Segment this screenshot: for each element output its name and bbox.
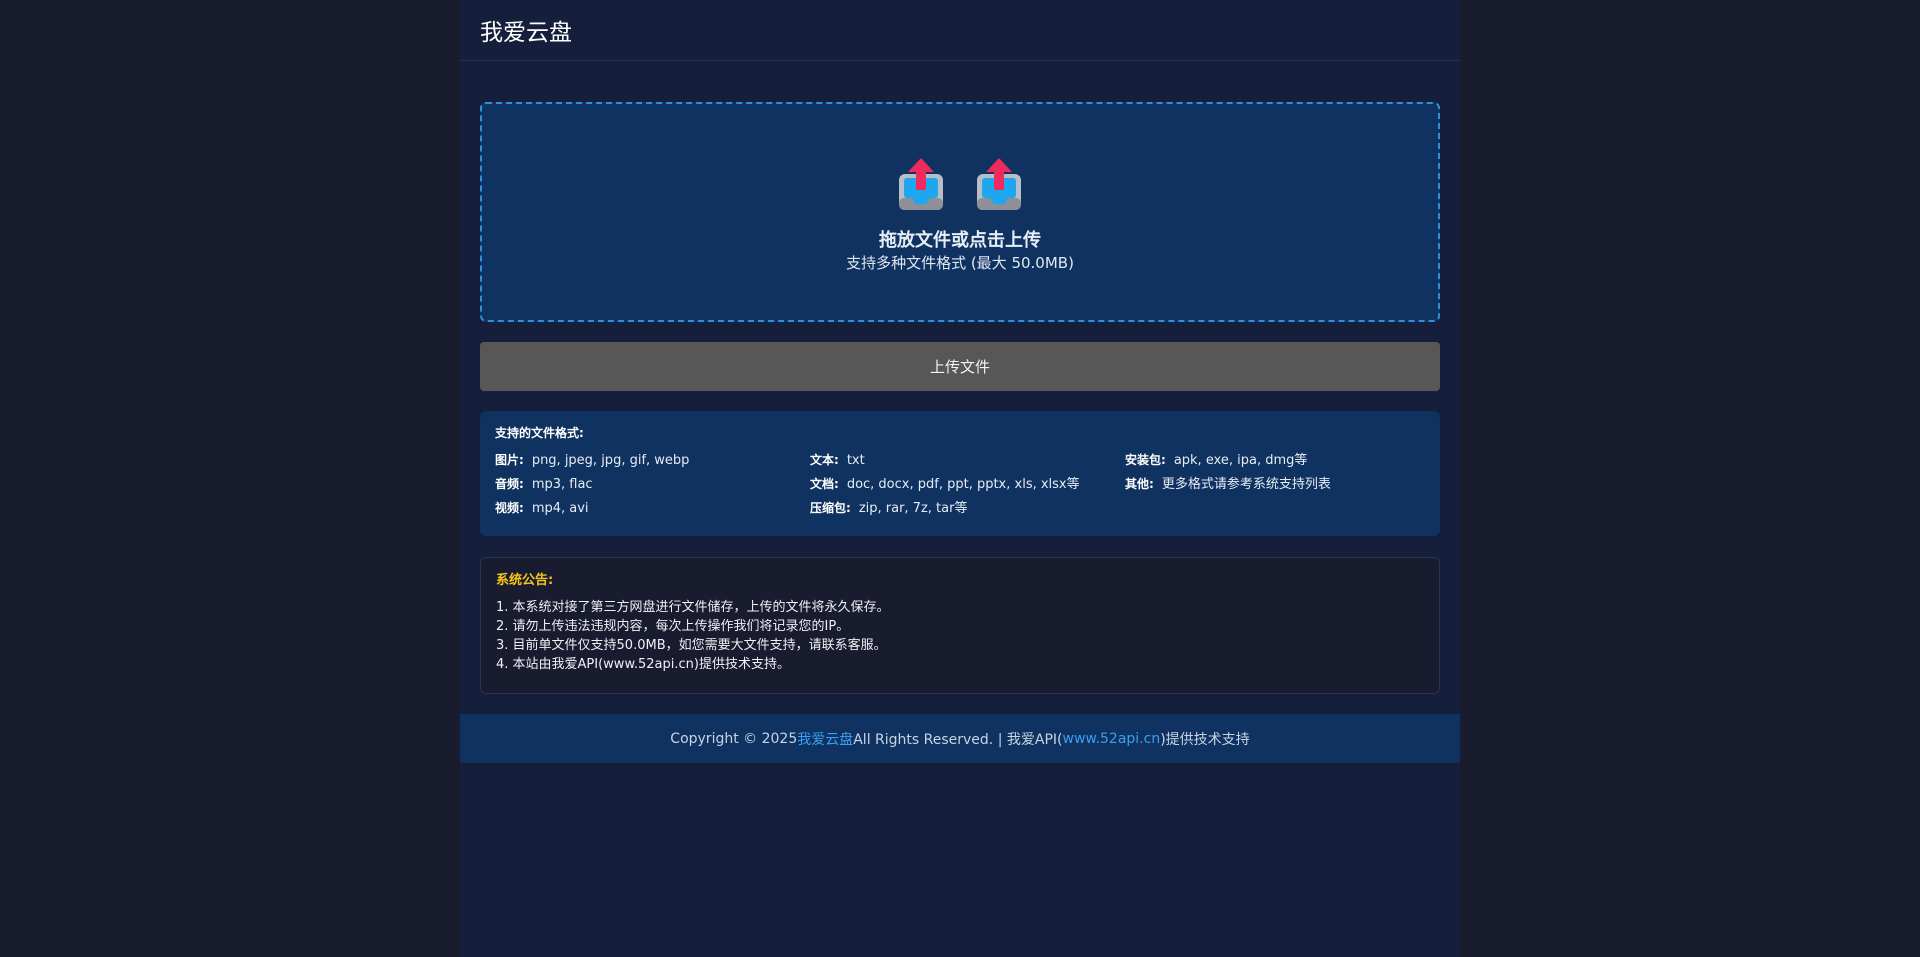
formats-grid: 图片: png, jpeg, jpg, gif, webp 文本: txt 安装包:… (495, 451, 1425, 518)
footer-site-link[interactable]: 我爱云盘 (797, 729, 853, 749)
format-value: zip, rar, 7z, tar等 (858, 501, 968, 516)
footer-copyright-prefix: Copyright © 2025 (670, 730, 798, 747)
format-value: 更多格式请参考系统支持列表 (1161, 477, 1331, 492)
format-label: 其他: (1125, 477, 1154, 491)
dropzone-icons (898, 156, 1022, 210)
format-item: 视频: mp4, avi (495, 499, 810, 518)
format-item: 文本: txt (810, 451, 1125, 470)
formats-title: 支持的文件格式: (495, 426, 584, 440)
format-value: png, jpeg, jpg, gif, webp (531, 453, 690, 468)
notice-title: 系统公告: (496, 573, 554, 588)
format-value: doc, docx, pdf, ppt, pptx, xls, xlsx等 (846, 477, 1080, 492)
format-label: 图片: (495, 453, 524, 467)
system-notice-panel: 系统公告: 1. 本系统对接了第三方网盘进行文件储存，上传的文件将永久保存。 2… (480, 557, 1440, 694)
format-item: 安装包: apk, exe, ipa, dmg等 (1125, 451, 1425, 470)
footer-api-link[interactable]: www.52api.cn (1063, 731, 1161, 747)
format-item: 压缩包: zip, rar, 7z, tar等 (810, 499, 1125, 518)
footer-suffix-text: )提供技术支持 (1160, 731, 1250, 748)
upload-tray-icon (977, 158, 1021, 210)
footer: Copyright © 2025 我爱云盘 All Rights Reserve… (460, 714, 1460, 763)
format-label: 文本: (810, 453, 839, 467)
notice-line: 2. 请勿上传违法违规内容，每次上传操作我们将记录您的IP。 (496, 619, 850, 634)
format-item: 文档: doc, docx, pdf, ppt, pptx, xls, xlsx等 (810, 475, 1125, 494)
notice-line: 1. 本系统对接了第三方网盘进行文件储存，上传的文件将永久保存。 (496, 600, 890, 615)
format-label: 文档: (810, 477, 839, 491)
file-dropzone[interactable]: 拖放文件或点击上传 支持多种文件格式 (最大 50.0MB) (480, 102, 1440, 322)
format-value: txt (846, 453, 865, 468)
format-item: 图片: png, jpeg, jpg, gif, webp (495, 451, 810, 470)
supported-formats-panel: 支持的文件格式: 图片: png, jpeg, jpg, gif, webp 文本… (480, 411, 1440, 536)
notice-line: 4. 本站由我爱API(www.52api.cn)提供技术支持。 (496, 657, 790, 672)
page-container: 我爱云盘 拖放文件或点击上传 支持多种文件格式 (最大 50.0MB) 上传文件… (460, 0, 1460, 957)
format-label: 音频: (495, 477, 524, 491)
notice-line: 3. 目前单文件仅支持50.0MB，如您需要大文件支持，请联系客服。 (496, 638, 887, 653)
main-content: 拖放文件或点击上传 支持多种文件格式 (最大 50.0MB) 上传文件 支持的文… (460, 102, 1460, 694)
footer-middle-text: All Rights Reserved. | 我爱API( (853, 731, 1063, 748)
upload-tray-icon (899, 158, 943, 210)
format-label: 安装包: (1125, 453, 1166, 467)
format-label: 视频: (495, 501, 524, 515)
upload-button[interactable]: 上传文件 (480, 342, 1440, 391)
format-value: apk, exe, ipa, dmg等 (1173, 453, 1308, 468)
format-value: mp4, avi (531, 501, 589, 516)
dropzone-subtitle: 支持多种文件格式 (最大 50.0MB) (846, 254, 1074, 272)
dropzone-title: 拖放文件或点击上传 (879, 230, 1041, 251)
format-item: 其他: 更多格式请参考系统支持列表 (1125, 475, 1425, 494)
format-item: 音频: mp3, flac (495, 475, 810, 494)
format-label: 压缩包: (810, 501, 851, 515)
site-title[interactable]: 我爱云盘 (480, 13, 572, 47)
format-value: mp3, flac (531, 477, 593, 492)
header: 我爱云盘 (460, 0, 1460, 61)
